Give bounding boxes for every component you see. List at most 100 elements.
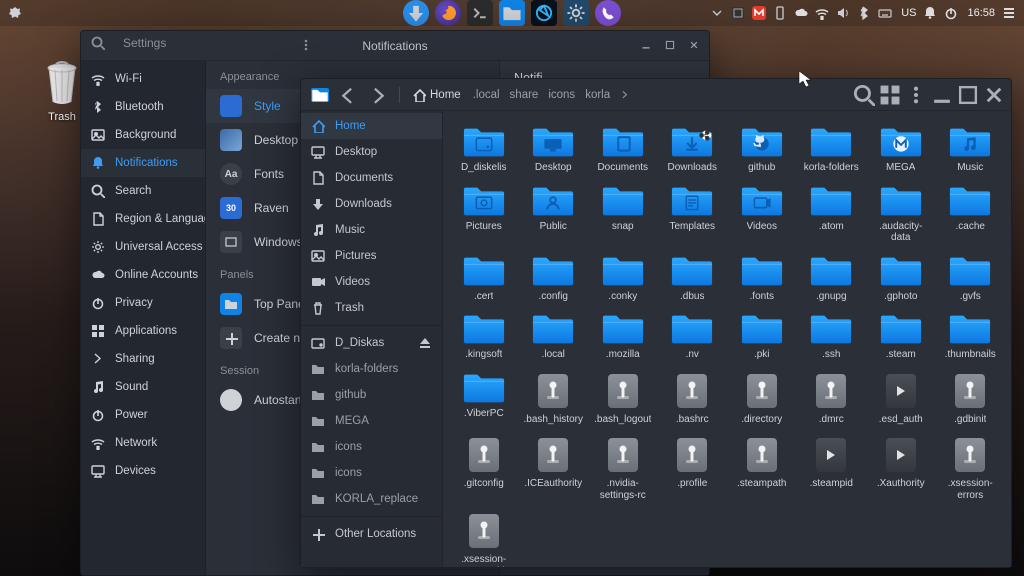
settings-menu-icon[interactable] bbox=[299, 38, 313, 55]
item-downloads[interactable]: Downloads bbox=[660, 123, 726, 176]
forward-button[interactable] bbox=[367, 84, 389, 106]
places-home[interactable]: Home bbox=[301, 113, 442, 139]
tray-bluetooth-icon[interactable] bbox=[857, 6, 871, 20]
files-search-button[interactable] bbox=[853, 84, 875, 106]
places-icons[interactable]: icons bbox=[301, 460, 442, 486]
crumb-home[interactable]: Home bbox=[410, 88, 463, 102]
files-view-button[interactable] bbox=[879, 84, 901, 106]
item--xsession-errors[interactable]: .xsession-errors bbox=[938, 433, 1004, 503]
item--fonts[interactable]: .fonts bbox=[729, 252, 795, 305]
files-max-button[interactable] bbox=[957, 84, 979, 106]
item--xauthority[interactable]: .Xauthority bbox=[868, 433, 934, 503]
settings-nav-search[interactable]: Search bbox=[81, 177, 205, 205]
item--ssh[interactable]: .ssh bbox=[799, 310, 865, 363]
settings-nav-bluetooth[interactable]: Bluetooth bbox=[81, 93, 205, 121]
places-pictures[interactable]: Pictures bbox=[301, 243, 442, 269]
tray-cloud-icon[interactable] bbox=[794, 6, 808, 20]
settings-nav-power[interactable]: Power bbox=[81, 401, 205, 429]
places-other-locations[interactable]: Other Locations bbox=[301, 521, 442, 547]
places-trash[interactable]: Trash bbox=[301, 295, 442, 321]
item--nv[interactable]: .nv bbox=[660, 310, 726, 363]
item--thumbnails[interactable]: .thumbnails bbox=[938, 310, 1004, 363]
settings-search-icon[interactable] bbox=[91, 36, 105, 50]
dock-viber[interactable] bbox=[595, 0, 621, 26]
places-mega[interactable]: MEGA bbox=[301, 408, 442, 434]
item--atom[interactable]: .atom bbox=[799, 182, 865, 246]
places-documents[interactable]: Documents bbox=[301, 165, 442, 191]
dock-settings[interactable] bbox=[563, 0, 589, 26]
item--bash-history[interactable]: .bash_history bbox=[521, 369, 587, 428]
settings-nav-online-accounts[interactable]: Online Accounts bbox=[81, 261, 205, 289]
item--kingsoft[interactable]: .kingsoft bbox=[451, 310, 517, 363]
item-templates[interactable]: Templates bbox=[660, 182, 726, 246]
files-grid[interactable]: D_diskelisDesktopDocumentsDownloadsgithu… bbox=[443, 111, 1011, 567]
places-desktop[interactable]: Desktop bbox=[301, 139, 442, 165]
item--gvfs[interactable]: .gvfs bbox=[938, 252, 1004, 305]
settings-nav-privacy[interactable]: Privacy bbox=[81, 289, 205, 317]
files-folder-button[interactable] bbox=[311, 88, 329, 102]
item--cert[interactable]: .cert bbox=[451, 252, 517, 305]
places-d-diskas[interactable]: D_Diskas bbox=[301, 330, 442, 356]
item--steampath[interactable]: .steampath bbox=[729, 433, 795, 503]
item-d-diskelis[interactable]: D_diskelis bbox=[451, 123, 517, 176]
tray-power-icon[interactable] bbox=[944, 6, 958, 20]
item-documents[interactable]: Documents bbox=[590, 123, 656, 176]
tray-app-icon[interactable] bbox=[731, 6, 745, 20]
settings-nav-sound[interactable]: Sound bbox=[81, 373, 205, 401]
settings-nav-universal-access[interactable]: Universal Access bbox=[81, 233, 205, 261]
item--audacity-data[interactable]: .audacity-data bbox=[868, 182, 934, 246]
item--cache[interactable]: .cache bbox=[938, 182, 1004, 246]
item--nvidia-settings-rc[interactable]: .nvidia-settings-rc bbox=[590, 433, 656, 503]
crumb-share[interactable]: share bbox=[508, 89, 541, 101]
tray-volume-icon[interactable] bbox=[836, 6, 850, 20]
budgie-menu-icon[interactable] bbox=[8, 6, 22, 20]
item--steampid[interactable]: .steampid bbox=[799, 433, 865, 503]
item-github[interactable]: github bbox=[729, 123, 795, 176]
item--dmrc[interactable]: .dmrc bbox=[799, 369, 865, 428]
item-desktop[interactable]: Desktop bbox=[521, 123, 587, 176]
places-korla-replace[interactable]: KORLA_replace bbox=[301, 486, 442, 512]
item-mega[interactable]: MEGA bbox=[868, 123, 934, 176]
item--iceauthority[interactable]: .ICEauthority bbox=[521, 433, 587, 503]
item--xsession-errors-old[interactable]: .xsession-errors.old bbox=[451, 509, 517, 567]
settings-nav-devices[interactable]: Devices bbox=[81, 457, 205, 485]
dock-firefox[interactable] bbox=[435, 0, 461, 26]
item-videos[interactable]: Videos bbox=[729, 182, 795, 246]
tray-mega-icon[interactable] bbox=[752, 6, 766, 20]
places-korla-folders[interactable]: korla-folders bbox=[301, 356, 442, 382]
item--gitconfig[interactable]: .gitconfig bbox=[451, 433, 517, 503]
settings-titlebar[interactable]: Settings Notifications bbox=[81, 31, 709, 61]
tray-clock[interactable]: 16:58 bbox=[967, 7, 995, 19]
settings-close-button[interactable] bbox=[685, 36, 703, 54]
settings-min-button[interactable] bbox=[637, 36, 655, 54]
dock-files[interactable] bbox=[499, 0, 525, 26]
crumb-icons[interactable]: icons bbox=[546, 89, 577, 101]
item-public[interactable]: Public bbox=[521, 182, 587, 246]
tray-keyboard-icon[interactable] bbox=[878, 6, 892, 20]
item--directory[interactable]: .directory bbox=[729, 369, 795, 428]
item--bash-logout[interactable]: .bash_logout bbox=[590, 369, 656, 428]
places-music[interactable]: Music bbox=[301, 217, 442, 243]
settings-nav-applications[interactable]: Applications bbox=[81, 317, 205, 345]
item-korla-folders[interactable]: korla-folders bbox=[799, 123, 865, 176]
settings-nav-background[interactable]: Background bbox=[81, 121, 205, 149]
places-github[interactable]: github bbox=[301, 382, 442, 408]
item--conky[interactable]: .conky bbox=[590, 252, 656, 305]
files-titlebar[interactable]: Home .localshareiconskorla bbox=[301, 79, 1011, 111]
item-music[interactable]: Music bbox=[938, 123, 1004, 176]
settings-nav-network[interactable]: Network bbox=[81, 429, 205, 457]
crumb-.local[interactable]: .local bbox=[471, 89, 502, 101]
crumb-more[interactable] bbox=[618, 90, 632, 100]
item--steam[interactable]: .steam bbox=[868, 310, 934, 363]
item-snap[interactable]: snap bbox=[590, 182, 656, 246]
item--pki[interactable]: .pki bbox=[729, 310, 795, 363]
item--dbus[interactable]: .dbus bbox=[660, 252, 726, 305]
tray-expand-icon[interactable] bbox=[710, 6, 724, 20]
settings-nav-wi-fi[interactable]: Wi-Fi bbox=[81, 65, 205, 93]
files-menu-button[interactable] bbox=[905, 84, 927, 106]
dock-browser[interactable] bbox=[531, 0, 557, 26]
places-downloads[interactable]: Downloads bbox=[301, 191, 442, 217]
item--gphoto[interactable]: .gphoto bbox=[868, 252, 934, 305]
item--gnupg[interactable]: .gnupg bbox=[799, 252, 865, 305]
eject-icon[interactable] bbox=[418, 336, 432, 350]
